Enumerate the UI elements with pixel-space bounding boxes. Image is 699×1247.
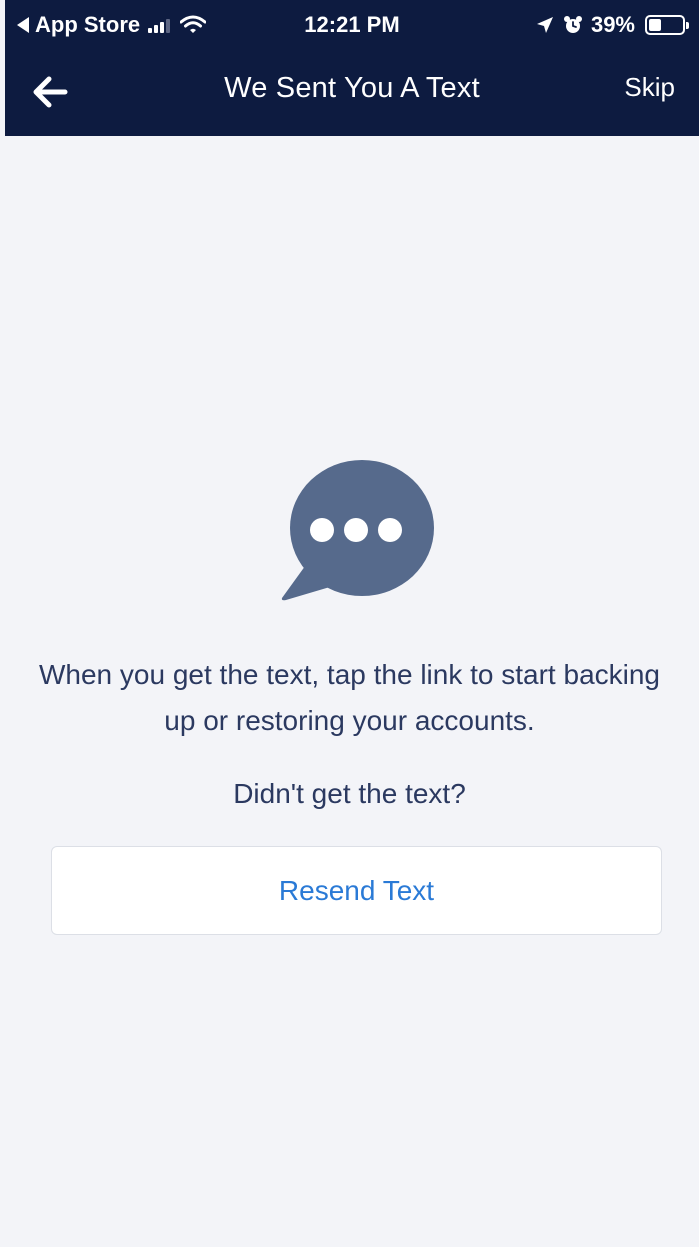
battery-fill <box>649 19 661 31</box>
chat-bubble-icon <box>281 460 434 601</box>
alarm-clock-icon <box>563 16 582 33</box>
header: App Store 12:21 PM 39% We Sent You A Tex… <box>5 0 699 136</box>
battery-percent: 39% <box>590 12 635 37</box>
status-bar: App Store 12:21 PM 39% <box>5 0 699 50</box>
location-arrow-icon <box>536 17 553 33</box>
battery-icon <box>645 15 689 35</box>
navigation-bar: We Sent You A Text Skip <box>5 52 699 130</box>
resend-text-button[interactable]: Resend Text <box>51 846 662 935</box>
instruction-text: When you get the text, tap the link to s… <box>38 659 661 736</box>
status-indicators: 39% <box>535 12 689 38</box>
didnt-get-text-prompt: Didn't get the text? <box>233 778 466 809</box>
screen: App Store 12:21 PM 39% We Sent You A Tex… <box>0 0 699 1247</box>
page-title: We Sent You A Text <box>224 72 480 104</box>
skip-button[interactable]: Skip <box>624 72 675 103</box>
